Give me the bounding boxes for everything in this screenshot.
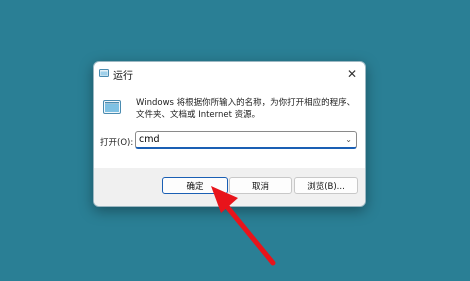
button-bar: 确定 取消 浏览(B)... [94,168,365,206]
open-input-value[interactable]: cmd [139,134,160,145]
browse-button[interactable]: 浏览(B)... [294,177,358,194]
close-icon: ✕ [346,67,358,81]
dialog-body: Windows 将根据你所输入的名称，为你打开相应的程序、文件夹、文档或 Int… [94,86,365,168]
title-bar[interactable]: 运行 ✕ [94,62,365,86]
dialog-description: Windows 将根据你所输入的名称，为你打开相应的程序、文件夹、文档或 Int… [136,98,356,120]
open-input[interactable]: cmd ⌄ [135,131,357,149]
ok-button[interactable]: 确定 [162,177,228,194]
open-label: 打开(O): [100,138,134,148]
dialog-title: 运行 [113,71,133,82]
run-app-icon [99,69,109,77]
run-app-icon [103,100,121,114]
chevron-down-icon[interactable]: ⌄ [345,135,352,144]
cancel-button[interactable]: 取消 [229,177,292,194]
close-button[interactable]: ✕ [343,65,361,83]
run-dialog: 运行 ✕ Windows 将根据你所输入的名称，为你打开相应的程序、文件夹、文档… [93,61,366,207]
